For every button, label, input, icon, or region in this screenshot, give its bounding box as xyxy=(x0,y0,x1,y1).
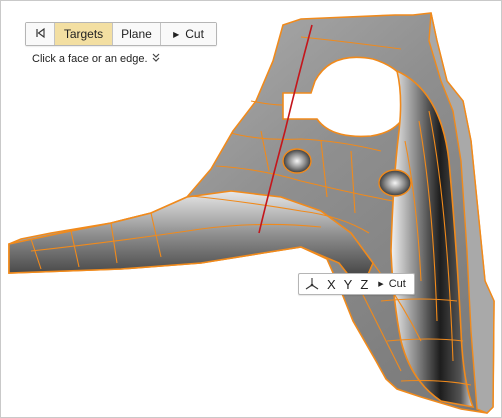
tab-plane[interactable]: Plane xyxy=(113,23,161,45)
cut-button-label: Cut xyxy=(185,27,204,41)
cut-button[interactable]: ▶ Cut xyxy=(161,23,216,45)
part-boss[interactable] xyxy=(378,169,412,197)
axis-toolbar: X Y Z ▶ Cut xyxy=(298,273,415,295)
axis-z-button[interactable]: Z xyxy=(356,277,372,292)
axis-y-button[interactable]: Y xyxy=(340,277,357,292)
triad-icon[interactable] xyxy=(303,277,323,291)
step-back-icon xyxy=(34,27,46,42)
play-icon: ▶ xyxy=(173,29,180,39)
instruction-hint: Click a face or an edge. xyxy=(32,53,160,65)
tab-targets[interactable]: Targets xyxy=(55,23,113,45)
hint-text: Click a face or an edge. xyxy=(32,53,148,65)
cut-toolbar: Targets Plane ▶ Cut xyxy=(25,22,217,46)
double-chevron-down-icon[interactable] xyxy=(152,53,160,65)
axis-cut-button[interactable]: ▶ Cut xyxy=(372,278,410,290)
play-icon: ▶ xyxy=(378,281,384,288)
tab-plane-label: Plane xyxy=(121,27,152,41)
back-button[interactable] xyxy=(26,23,55,45)
axis-cut-label: Cut xyxy=(388,278,406,290)
3d-viewport[interactable]: Targets Plane ▶ Cut Click a face or an e… xyxy=(0,0,502,418)
axis-x-button[interactable]: X xyxy=(323,277,340,292)
tab-targets-label: Targets xyxy=(63,27,104,41)
part-boss[interactable] xyxy=(282,148,312,174)
